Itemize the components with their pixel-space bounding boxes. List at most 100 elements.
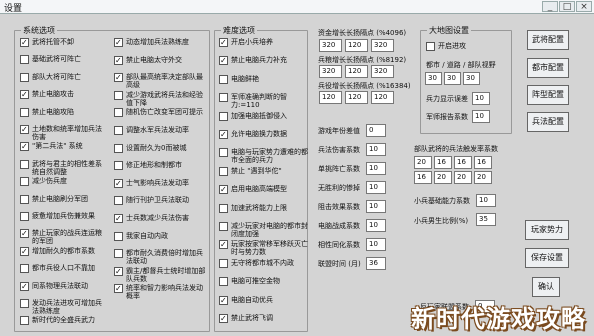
small-attack-input[interactable]: 10 bbox=[476, 194, 496, 207]
checkbox-item[interactable]: 减少伤兵度 bbox=[20, 177, 108, 187]
battle-coef-6[interactable]: 20 bbox=[434, 171, 452, 184]
checkbox-item[interactable]: 随行刊护卫兵法联动 bbox=[114, 196, 208, 206]
checkbox-item[interactable]: 允许电脑换力数据 bbox=[219, 130, 309, 139]
checkbox-item[interactable]: 玩家按家常移军移跃灭亡时与势力数 bbox=[219, 240, 309, 256]
general-config-button[interactable]: 武将配置 bbox=[527, 30, 569, 50]
checkbox-item[interactable]: 统率和智力影响兵法发动概率 bbox=[114, 284, 208, 300]
checkbox-unchecked[interactable] bbox=[20, 264, 29, 274]
checkbox-unchecked[interactable] bbox=[20, 72, 29, 82]
checkbox-unchecked[interactable] bbox=[114, 126, 123, 135]
checkbox-item[interactable]: 调整水军兵法发动率 bbox=[114, 126, 208, 135]
checkbox-unchecked[interactable] bbox=[20, 107, 29, 117]
checkbox-item[interactable]: 电脑自动优兵 bbox=[219, 295, 309, 305]
soldiers-input-3[interactable]: 120 bbox=[371, 91, 394, 104]
checkbox-checked[interactable] bbox=[219, 130, 228, 139]
battle-coef-4[interactable]: 16 bbox=[474, 156, 492, 169]
checkbox-item[interactable]: 我家自动内政 bbox=[114, 231, 208, 241]
map-view-input-1[interactable]: 30 bbox=[425, 72, 442, 85]
ok-button[interactable]: 确认 bbox=[532, 277, 560, 297]
checkbox-unchecked[interactable] bbox=[114, 143, 123, 153]
param-input[interactable]: 36 bbox=[366, 257, 386, 270]
checkbox-item[interactable]: 开启小兵培养 bbox=[219, 38, 309, 47]
checkbox-checked[interactable] bbox=[114, 73, 123, 83]
checkbox-checked[interactable] bbox=[20, 246, 29, 256]
checkbox-checked[interactable] bbox=[20, 125, 29, 134]
checkbox-unchecked[interactable] bbox=[20, 177, 29, 187]
checkbox-unchecked[interactable] bbox=[114, 161, 123, 171]
param-input[interactable]: 10 bbox=[366, 181, 386, 194]
map-enable-checkbox[interactable]: 开启进攻 bbox=[426, 42, 466, 51]
checkbox-unchecked[interactable] bbox=[219, 93, 228, 103]
battle-coef-8[interactable]: 20 bbox=[474, 171, 492, 184]
small-male-input[interactable]: 35 bbox=[476, 213, 496, 226]
checkbox-unchecked[interactable] bbox=[219, 203, 228, 213]
checkbox-checked[interactable] bbox=[20, 90, 29, 100]
checkbox-checked[interactable] bbox=[114, 55, 123, 65]
checkbox-item[interactable]: 基础武将可阵亡 bbox=[20, 55, 108, 65]
checkbox-item[interactable]: 加速武将能力上限 bbox=[219, 203, 309, 213]
minimize-button[interactable]: _ bbox=[542, 1, 558, 12]
checkbox-checked[interactable] bbox=[219, 240, 228, 250]
checkbox-item[interactable]: 武将托管不卸 bbox=[20, 38, 108, 47]
checkbox-checked[interactable] bbox=[114, 284, 123, 294]
checkbox-unchecked[interactable] bbox=[20, 194, 29, 204]
checkbox-item[interactable]: 部队最高统率决定部队最高级 bbox=[114, 73, 208, 89]
checkbox-unchecked[interactable] bbox=[20, 316, 29, 326]
checkbox-item[interactable]: 禁止电脑攻击 bbox=[20, 90, 108, 100]
checkbox-checked[interactable] bbox=[219, 314, 228, 323]
checkbox-item[interactable]: 无守将都市城不内政 bbox=[219, 258, 309, 268]
param-input[interactable]: 0 bbox=[366, 124, 386, 137]
checkbox-checked[interactable] bbox=[219, 56, 228, 66]
checkbox-item[interactable]: 禁止 "遇到华佗" bbox=[219, 166, 309, 176]
checkbox-item[interactable]: 电脑鲜艳 bbox=[219, 74, 309, 84]
checkbox-unchecked[interactable] bbox=[20, 299, 29, 308]
battle-coef-7[interactable]: 20 bbox=[454, 171, 472, 184]
troops-input-2[interactable]: 120 bbox=[345, 65, 368, 78]
formation-config-button[interactable]: 阵型配置 bbox=[527, 85, 569, 105]
checkbox-unchecked[interactable] bbox=[20, 55, 29, 65]
checkbox-item[interactable]: 减少游戏武将兵法和经验值下降 bbox=[114, 90, 208, 107]
checkbox-item[interactable]: 启用电脑高端模型 bbox=[219, 185, 309, 195]
checkbox-checked[interactable] bbox=[114, 178, 123, 188]
checkbox-checked[interactable] bbox=[219, 38, 228, 47]
checkbox-unchecked[interactable] bbox=[114, 196, 123, 206]
checkbox-item[interactable]: 电脑可推空金物 bbox=[219, 277, 309, 287]
checkbox-item[interactable]: 士兵数减少兵法伤害 bbox=[114, 214, 208, 223]
checkbox-item[interactable]: 修正地形和制都市 bbox=[114, 161, 208, 171]
param-input[interactable]: 10 bbox=[366, 219, 386, 232]
param-input[interactable]: 10 bbox=[366, 200, 386, 213]
battle-coef-2[interactable]: 16 bbox=[434, 156, 452, 169]
checkbox-item[interactable]: 随机伤亡改变军团可提示 bbox=[114, 108, 208, 118]
strategist-report-input[interactable]: 10 bbox=[472, 110, 490, 123]
close-button[interactable]: × bbox=[576, 1, 592, 12]
checkbox-item[interactable]: "第二兵法" 系统 bbox=[20, 142, 108, 152]
assets-input-1[interactable]: 320 bbox=[319, 39, 342, 52]
checkbox-unchecked[interactable] bbox=[219, 222, 228, 231]
save-settings-button[interactable]: 保存设置 bbox=[525, 248, 569, 268]
strategy-config-button[interactable]: 兵法配置 bbox=[527, 112, 569, 132]
checkbox-item[interactable]: 军师准确判断的智力:=110 bbox=[219, 93, 309, 109]
checkbox-unchecked[interactable] bbox=[219, 277, 228, 287]
checkbox-unchecked[interactable] bbox=[219, 111, 228, 121]
checkbox-item[interactable]: 电脑与玩家势力遭难的都市全面的兵力 bbox=[219, 148, 309, 164]
assets-input-3[interactable]: 320 bbox=[371, 39, 394, 52]
checkbox-item[interactable]: 土地数和统率增加兵法伤害 bbox=[20, 125, 108, 141]
checkbox-item[interactable]: 设置耐久为0而被城 bbox=[114, 143, 208, 153]
checkbox-item[interactable]: 禁止电脑攻陷 bbox=[20, 107, 108, 117]
checkbox-checked[interactable] bbox=[20, 142, 29, 152]
checkbox-checked[interactable] bbox=[114, 266, 123, 276]
param-input[interactable]: 10 bbox=[366, 238, 386, 251]
checkbox-unchecked[interactable] bbox=[20, 159, 29, 169]
checkbox-checked[interactable] bbox=[219, 295, 228, 305]
battle-coef-1[interactable]: 20 bbox=[414, 156, 432, 169]
checkbox-item[interactable]: 禁止电脑太守外交 bbox=[114, 55, 208, 65]
checkbox-checked[interactable] bbox=[219, 185, 228, 195]
checkbox-unchecked[interactable] bbox=[114, 249, 123, 259]
checkbox-unchecked[interactable] bbox=[219, 148, 228, 158]
player-power-button[interactable]: 玩家势力 bbox=[525, 220, 569, 240]
soldiers-input-2[interactable]: 120 bbox=[345, 91, 368, 104]
checkbox-item[interactable]: 士气影响兵法发动率 bbox=[114, 178, 208, 188]
map-view-input-3[interactable]: 30 bbox=[463, 72, 480, 85]
checkbox-item[interactable]: 疲惫增加兵伤兼效果 bbox=[20, 212, 108, 221]
checkbox-unchecked[interactable] bbox=[114, 90, 123, 100]
